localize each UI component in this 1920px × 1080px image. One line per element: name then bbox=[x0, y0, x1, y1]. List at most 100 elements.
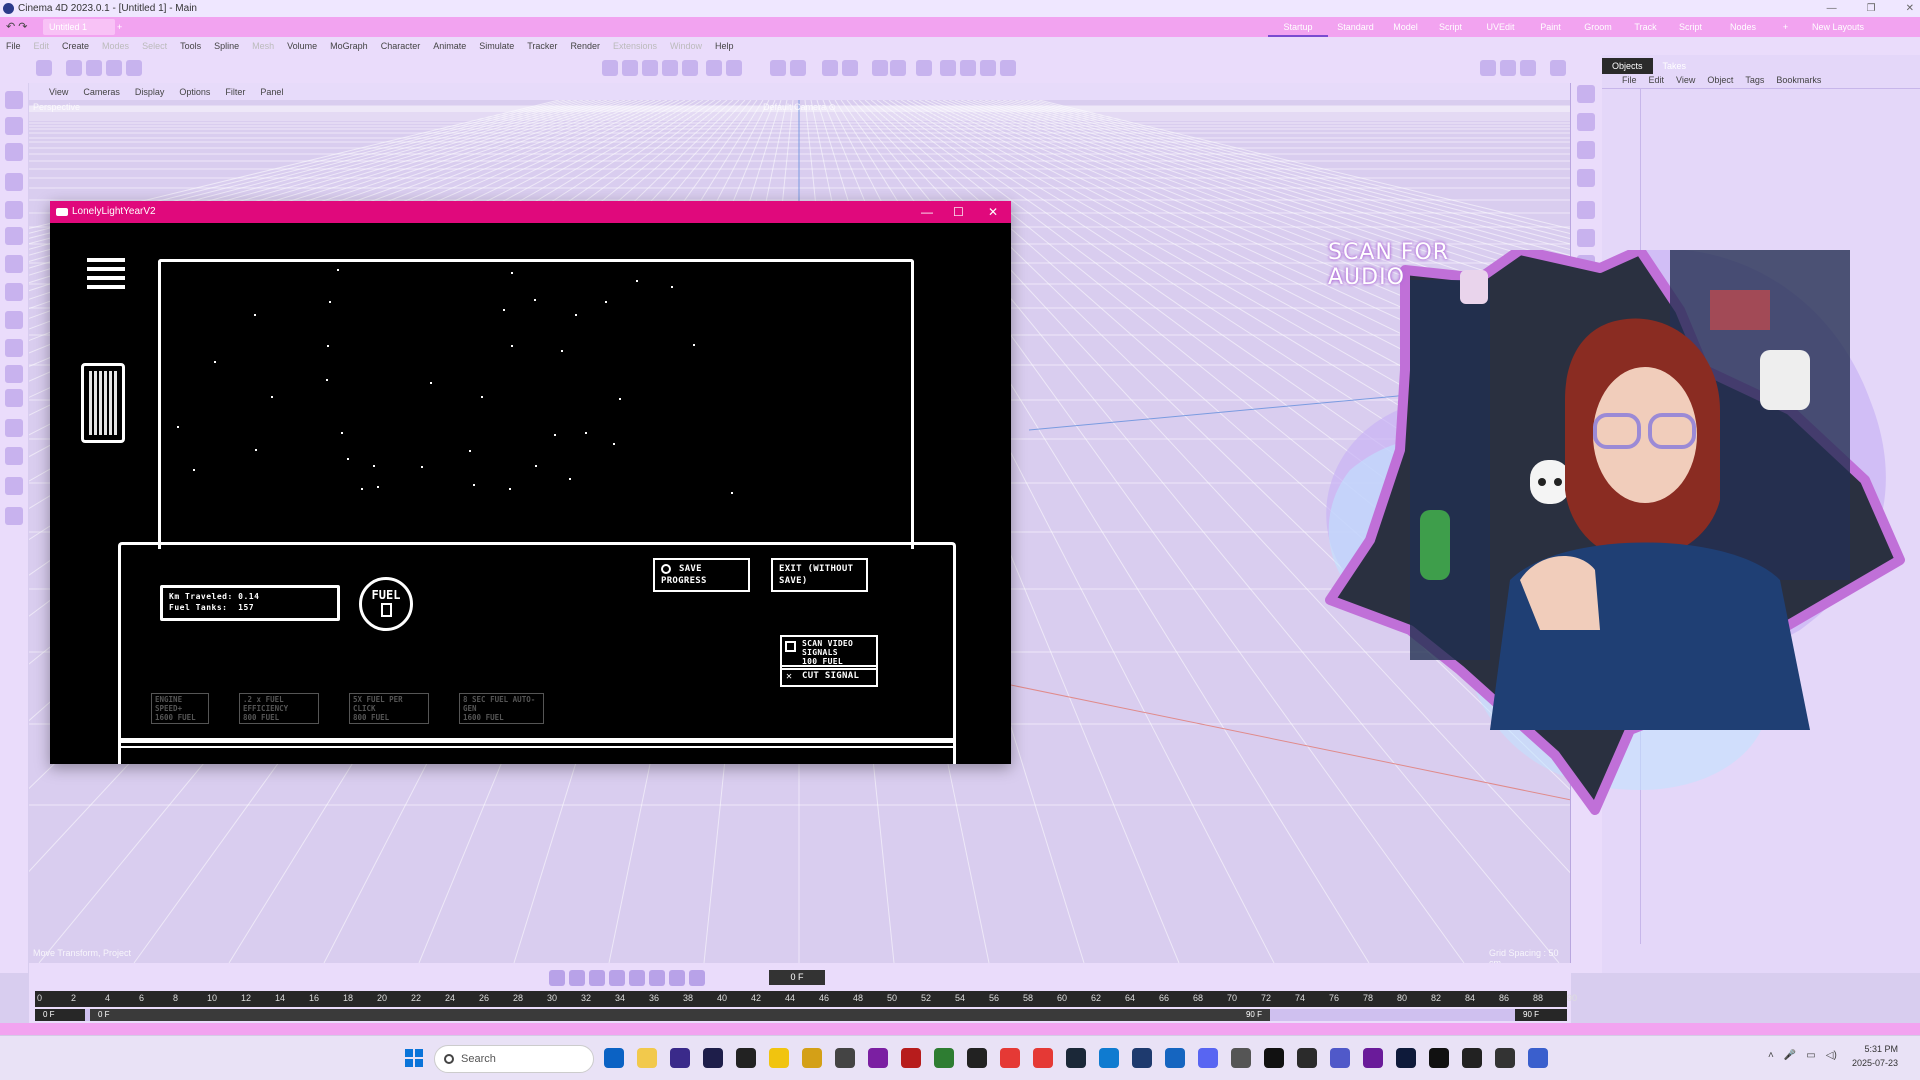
toolbar-button[interactable] bbox=[86, 60, 102, 76]
toolbar-button[interactable] bbox=[126, 60, 142, 76]
tool-icon[interactable] bbox=[5, 389, 23, 407]
toolbar-button[interactable] bbox=[1480, 60, 1496, 76]
taskbar-app-icon[interactable] bbox=[802, 1048, 822, 1068]
vp-menu-display[interactable]: Display bbox=[135, 87, 165, 97]
layout-tab[interactable]: Model bbox=[1383, 17, 1428, 37]
taskbar-app-icon[interactable] bbox=[1000, 1048, 1020, 1068]
taskbar-app-icon[interactable] bbox=[769, 1048, 789, 1068]
playback-button[interactable] bbox=[589, 970, 605, 986]
menu-item[interactable]: Tools bbox=[180, 41, 201, 51]
layout-tab[interactable]: Nodes bbox=[1713, 17, 1773, 37]
menu-item[interactable]: Volume bbox=[287, 41, 317, 51]
taskbar-app-icon[interactable] bbox=[637, 1048, 657, 1068]
tool-icon[interactable] bbox=[5, 477, 23, 495]
signal-card-icon[interactable] bbox=[81, 363, 125, 443]
layout-tab[interactable]: New Layouts bbox=[1798, 17, 1878, 37]
taskbar-app-icon[interactable] bbox=[1264, 1048, 1284, 1068]
taskbar-app-icon[interactable] bbox=[835, 1048, 855, 1068]
toolbar-button[interactable] bbox=[642, 60, 658, 76]
viewport-camera[interactable]: Default Camera ⊙ bbox=[763, 102, 836, 113]
taskbar-app-icon[interactable] bbox=[1429, 1048, 1449, 1068]
toolbar-button[interactable] bbox=[980, 60, 996, 76]
toolbar-button[interactable] bbox=[106, 60, 122, 76]
taskbar-app-icon[interactable] bbox=[703, 1048, 723, 1068]
toolbar-button[interactable] bbox=[36, 60, 52, 76]
taskbar-app-icon[interactable] bbox=[1198, 1048, 1218, 1068]
menu-item[interactable]: Modes bbox=[102, 41, 129, 51]
tool-icon[interactable] bbox=[1577, 85, 1595, 103]
layout-tab[interactable]: Track bbox=[1623, 17, 1668, 37]
playback-button[interactable] bbox=[549, 970, 565, 986]
menu-item[interactable]: File bbox=[6, 41, 21, 51]
tool-icon[interactable] bbox=[5, 173, 23, 191]
playback-button[interactable] bbox=[669, 970, 685, 986]
tool-icon[interactable] bbox=[5, 143, 23, 161]
layout-tab[interactable]: Standard bbox=[1328, 17, 1383, 37]
tool-icon[interactable] bbox=[5, 365, 23, 383]
range-start-field[interactable]: 0 F bbox=[35, 1009, 85, 1021]
vp-menu-filter[interactable]: Filter bbox=[225, 87, 245, 97]
fuel-button[interactable]: FUEL bbox=[359, 577, 413, 631]
toolbar-button[interactable] bbox=[916, 60, 932, 76]
start-icon[interactable] bbox=[405, 1049, 423, 1067]
toolbar-button[interactable] bbox=[872, 60, 888, 76]
taskbar-clock[interactable]: 5:31 PM 2025-07-23 bbox=[1852, 1042, 1898, 1070]
obj-menu-tags[interactable]: Tags bbox=[1745, 75, 1764, 85]
toolbar-button[interactable] bbox=[706, 60, 722, 76]
menu-item[interactable]: Create bbox=[62, 41, 89, 51]
layout-tab[interactable]: + bbox=[1773, 17, 1798, 37]
taskbar-app-icon[interactable] bbox=[1363, 1048, 1383, 1068]
toolbar-button[interactable] bbox=[822, 60, 838, 76]
taskbar-app-icon[interactable] bbox=[1132, 1048, 1152, 1068]
taskbar-app-icon[interactable] bbox=[901, 1048, 921, 1068]
toolbar-button[interactable] bbox=[790, 60, 806, 76]
vp-menu-cameras[interactable]: Cameras bbox=[83, 87, 120, 97]
menu-item[interactable]: Edit bbox=[34, 41, 50, 51]
menu-item[interactable]: Window bbox=[670, 41, 702, 51]
document-tab[interactable]: Untitled 1 bbox=[43, 19, 115, 35]
toolbar-button[interactable] bbox=[890, 60, 906, 76]
tool-icon[interactable] bbox=[5, 91, 23, 109]
playback-button[interactable] bbox=[629, 970, 645, 986]
menu-item[interactable]: Tracker bbox=[527, 41, 557, 51]
taskbar-app-icon[interactable] bbox=[1528, 1048, 1548, 1068]
taskbar-app-icon[interactable] bbox=[1462, 1048, 1482, 1068]
taskbar-app-icon[interactable] bbox=[1066, 1048, 1086, 1068]
upgrade-fuel-auto-gen[interactable]: 8 SEC FUEL AUTO-GEN 1600 FUEL bbox=[459, 693, 544, 724]
vp-menu-options[interactable]: Options bbox=[179, 87, 210, 97]
taskbar-app-icon[interactable] bbox=[1330, 1048, 1350, 1068]
toolbar-button[interactable] bbox=[770, 60, 786, 76]
toolbar-button[interactable] bbox=[622, 60, 638, 76]
upgrade-fuel-per-click[interactable]: 5X FUEL PER CLICK 800 FUEL bbox=[349, 693, 429, 724]
taskbar-app-icon[interactable] bbox=[1099, 1048, 1119, 1068]
toolbar-button[interactable] bbox=[960, 60, 976, 76]
tool-icon[interactable] bbox=[5, 283, 23, 301]
menu-item[interactable]: Help bbox=[715, 41, 734, 51]
layout-tab[interactable]: Paint bbox=[1528, 17, 1573, 37]
layout-tab[interactable]: UVEdit bbox=[1473, 17, 1528, 37]
tool-icon[interactable] bbox=[1577, 229, 1595, 247]
menu-item[interactable]: Select bbox=[142, 41, 167, 51]
toolbar-button[interactable] bbox=[662, 60, 678, 76]
obj-menu-file[interactable]: File bbox=[1622, 75, 1637, 85]
obj-menu-bookmarks[interactable]: Bookmarks bbox=[1776, 75, 1821, 85]
game-close-button[interactable]: ✕ bbox=[988, 201, 998, 223]
tool-icon[interactable] bbox=[5, 447, 23, 465]
tab-takes[interactable]: Takes bbox=[1653, 58, 1697, 74]
toolbar-button[interactable] bbox=[726, 60, 742, 76]
menu-item[interactable]: Render bbox=[570, 41, 600, 51]
exit-without-save-button[interactable]: EXIT (WITHOUT SAVE) bbox=[771, 558, 868, 592]
close-button[interactable]: ✕ bbox=[1906, 0, 1914, 17]
toolbar-button[interactable] bbox=[842, 60, 858, 76]
hamburger-menu-icon[interactable] bbox=[87, 258, 125, 290]
game-minimize-button[interactable]: — bbox=[921, 201, 933, 223]
taskbar-app-icon[interactable] bbox=[1396, 1048, 1416, 1068]
vp-menu-panel[interactable]: Panel bbox=[260, 87, 283, 97]
tool-icon[interactable] bbox=[5, 311, 23, 329]
tool-icon[interactable] bbox=[5, 227, 23, 245]
range-slider[interactable]: 0 F 90 F bbox=[90, 1009, 1270, 1021]
tool-icon[interactable] bbox=[5, 117, 23, 135]
menu-item[interactable]: Simulate bbox=[479, 41, 514, 51]
layout-tab[interactable]: Groom bbox=[1573, 17, 1623, 37]
taskbar-app-icon[interactable] bbox=[868, 1048, 888, 1068]
